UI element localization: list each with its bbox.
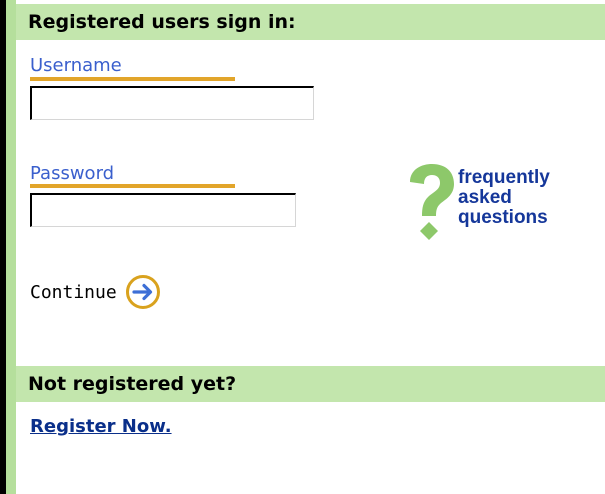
faq-line-1: frequently [458,167,550,188]
signin-panel: Registered users sign in: Username Passw… [0,0,605,494]
arrow-right-circle-icon[interactable] [125,274,161,310]
not-registered-heading: Not registered yet? [16,366,605,402]
faq-text: frequently asked questions [458,168,550,228]
register-now-link[interactable]: Register Now. [30,416,172,437]
faq-line-2: asked [458,187,512,208]
faq-line-3: questions [458,207,548,228]
continue-label: Continue [30,281,117,303]
signin-heading: Registered users sign in: [16,4,605,40]
left-stripe [6,0,16,494]
faq-link[interactable]: frequently asked questions [406,164,586,246]
username-input[interactable] [30,86,314,120]
username-label: Username [30,55,122,76]
password-underline [30,184,235,188]
question-mark-icon [410,164,454,240]
password-input[interactable] [30,193,296,227]
continue-button[interactable]: Continue [30,274,161,310]
username-underline [30,77,235,81]
password-label: Password [30,163,115,184]
